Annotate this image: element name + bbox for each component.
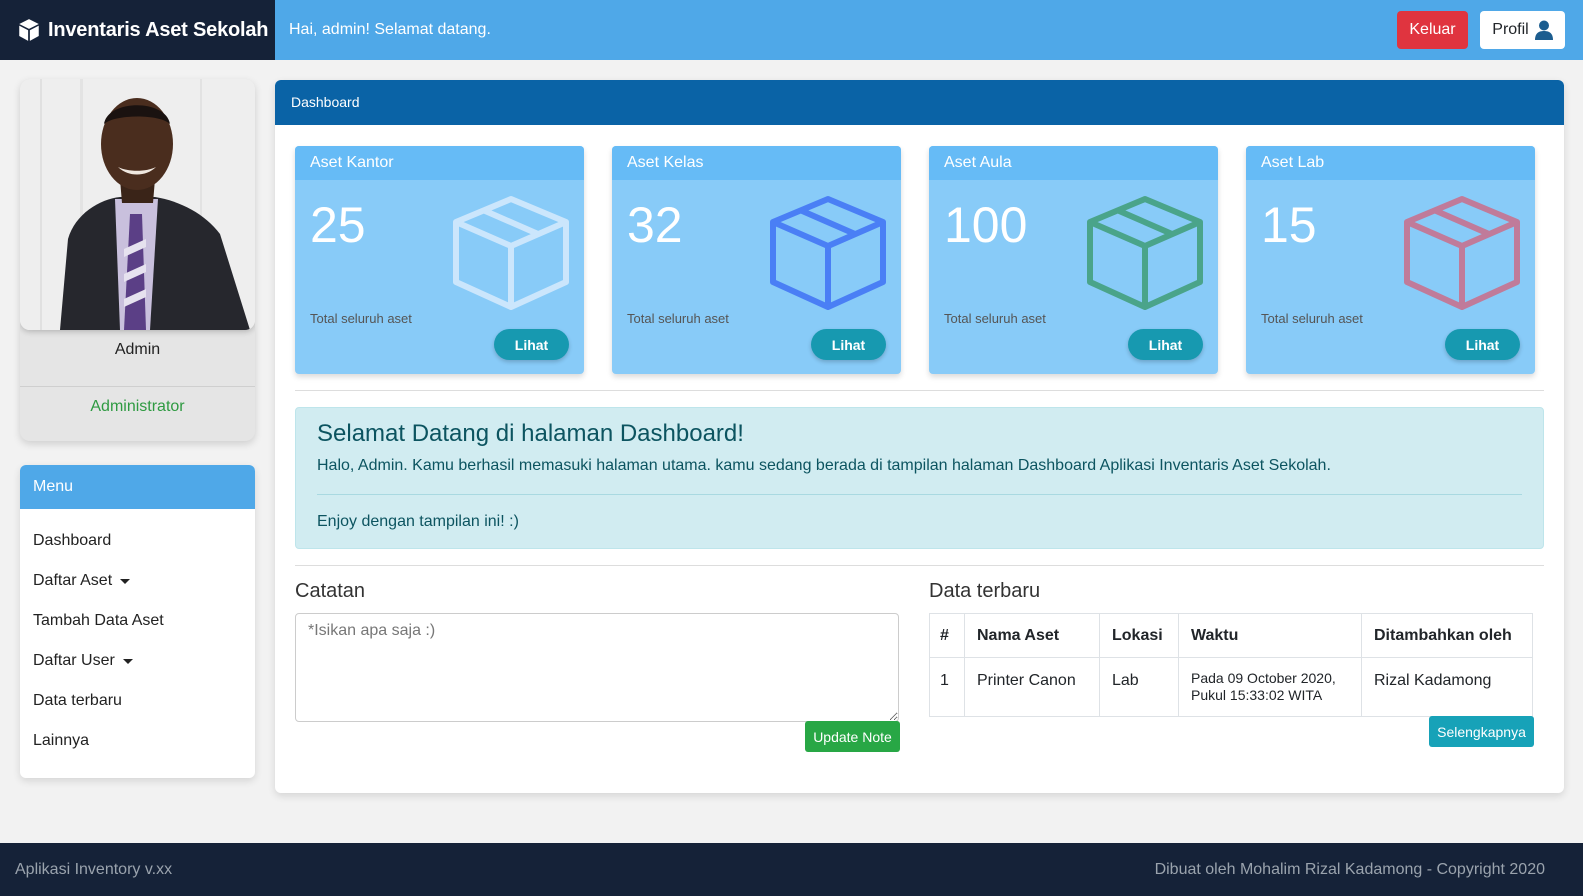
stat-card-count: 32 bbox=[627, 197, 683, 253]
welcome-alert: Selamat Datang di halaman Dashboard! Hal… bbox=[295, 407, 1544, 549]
profile-divider bbox=[20, 386, 255, 387]
table-cell: Lab bbox=[1099, 657, 1179, 717]
sidebar-item-data-terbaru[interactable]: Data terbaru bbox=[20, 681, 255, 721]
welcome-title: Selamat Datang di halaman Dashboard! bbox=[317, 420, 744, 447]
footer-right: Dibuat oleh Mohalim Rizal Kadamong - Cop… bbox=[1154, 860, 1545, 878]
sidebar-item-label: Data terbaru bbox=[33, 692, 122, 709]
footer-left: Aplikasi Inventory v.xx bbox=[15, 860, 173, 878]
stat-card-title: Aset Kantor bbox=[295, 146, 584, 180]
caret-down-icon bbox=[120, 578, 131, 584]
menu-title: Menu bbox=[20, 465, 255, 509]
column-header: # bbox=[929, 613, 965, 658]
sidebar-item-label: Tambah Data Aset bbox=[33, 612, 164, 629]
notes-textarea[interactable] bbox=[295, 613, 899, 722]
table-cell: 1 bbox=[929, 657, 965, 717]
recent-data-table: # Nama Aset Lokasi Waktu Ditambahkan ole… bbox=[929, 613, 1533, 717]
more-button[interactable]: Selengkapnya bbox=[1429, 716, 1534, 747]
notes-title: Catatan bbox=[295, 580, 366, 602]
view-button[interactable]: Lihat bbox=[1445, 329, 1520, 360]
sidebar-item-label: Daftar User bbox=[33, 652, 115, 669]
divider bbox=[295, 565, 1544, 566]
recent-data-title: Data terbaru bbox=[929, 580, 1041, 602]
box-outline-icon bbox=[1404, 196, 1520, 310]
time-line: Pukul 15:33:02 WITA bbox=[1191, 687, 1323, 703]
main-panel: Dashboard Aset Kantor 25 Total seluruh a… bbox=[275, 80, 1564, 793]
logout-button[interactable]: Keluar bbox=[1397, 11, 1468, 49]
view-button[interactable]: Lihat bbox=[811, 329, 886, 360]
sidebar-item-lainnya[interactable]: Lainnya bbox=[20, 721, 255, 761]
table-cell: Rizal Kadamong bbox=[1361, 657, 1533, 717]
stat-card-label: Total seluruh aset bbox=[944, 311, 1046, 326]
footer: Aplikasi Inventory v.xx Dibuat oleh Moha… bbox=[0, 843, 1583, 896]
box-outline-icon bbox=[453, 196, 569, 310]
stat-card-label: Total seluruh aset bbox=[1261, 311, 1363, 326]
stat-card-aula: Aset Aula 100 Total seluruh aset Lihat bbox=[929, 146, 1218, 374]
main-header: Dashboard bbox=[275, 80, 1564, 125]
sidebar-item-dashboard[interactable]: Dashboard bbox=[20, 521, 255, 561]
stat-card-label: Total seluruh aset bbox=[627, 311, 729, 326]
stat-card-count: 100 bbox=[944, 197, 1028, 253]
table-cell: Pada 09 October 2020, Pukul 15:33:02 WIT… bbox=[1178, 657, 1362, 717]
profile-card: Admin Administrator bbox=[20, 79, 255, 441]
brand[interactable]: Inventaris Aset Sekolah bbox=[0, 0, 275, 60]
table-row: 1 Printer Canon Lab Pada 09 October 2020… bbox=[929, 657, 1533, 717]
stat-card-kelas: Aset Kelas 32 Total seluruh aset Lihat bbox=[612, 146, 901, 374]
sidebar-item-daftar-user[interactable]: Daftar User bbox=[20, 641, 255, 681]
column-header: Ditambahkan oleh bbox=[1361, 613, 1533, 658]
column-header: Lokasi bbox=[1099, 613, 1179, 658]
sidebar-item-daftar-aset[interactable]: Daftar Aset bbox=[20, 561, 255, 601]
table-cell: Printer Canon bbox=[964, 657, 1100, 717]
divider bbox=[317, 494, 1522, 495]
update-note-button[interactable]: Update Note bbox=[805, 721, 900, 752]
stat-card-label: Total seluruh aset bbox=[310, 311, 412, 326]
time-line: Pada 09 October 2020, bbox=[1191, 670, 1336, 686]
profile-role: Administrator bbox=[90, 398, 185, 415]
user-icon bbox=[1534, 20, 1553, 40]
sidebar-item-tambah-data-aset[interactable]: Tambah Data Aset bbox=[20, 601, 255, 641]
profile-button-label: Profil bbox=[1492, 21, 1529, 38]
view-button[interactable]: Lihat bbox=[1128, 329, 1203, 360]
profile-button[interactable]: Profil bbox=[1480, 11, 1565, 49]
stat-card-title: Aset Kelas bbox=[612, 146, 901, 180]
sidebar-item-label: Daftar Aset bbox=[33, 572, 113, 589]
stat-card-kantor: Aset Kantor 25 Total seluruh aset Lihat bbox=[295, 146, 584, 374]
column-header: Nama Aset bbox=[964, 613, 1100, 658]
table-header-row: # Nama Aset Lokasi Waktu Ditambahkan ole… bbox=[929, 613, 1533, 658]
sidebar-item-label: Dashboard bbox=[33, 532, 112, 549]
box-outline-icon bbox=[1087, 196, 1203, 310]
view-button[interactable]: Lihat bbox=[494, 329, 569, 360]
welcome-footer: Enjoy dengan tampilan ini! :) bbox=[317, 513, 519, 530]
sidebar-item-label: Lainnya bbox=[33, 732, 90, 749]
stat-card-title: Aset Lab bbox=[1246, 146, 1535, 180]
profile-photo bbox=[20, 79, 255, 330]
box-icon bbox=[19, 19, 39, 41]
caret-down-icon bbox=[122, 658, 133, 664]
stat-card-count: 25 bbox=[310, 197, 366, 253]
stat-card-count: 15 bbox=[1261, 197, 1317, 253]
profile-name: Admin bbox=[114, 341, 161, 358]
stat-card-lab: Aset Lab 15 Total seluruh aset Lihat bbox=[1246, 146, 1535, 374]
welcome-text: Halo, Admin. Kamu berhasil memasuki hala… bbox=[317, 457, 1331, 474]
divider bbox=[295, 390, 1544, 391]
sidebar-menu: Menu Dashboard Daftar Aset Tambah Data A… bbox=[20, 465, 255, 778]
top-navbar: Hai, admin! Selamat datang. bbox=[275, 0, 1583, 60]
brand-title: Inventaris Aset Sekolah bbox=[48, 18, 269, 41]
column-header: Waktu bbox=[1178, 613, 1362, 658]
box-outline-icon bbox=[770, 196, 886, 310]
greeting-text: Hai, admin! Selamat datang. bbox=[289, 21, 491, 38]
stat-card-title: Aset Aula bbox=[929, 146, 1218, 180]
